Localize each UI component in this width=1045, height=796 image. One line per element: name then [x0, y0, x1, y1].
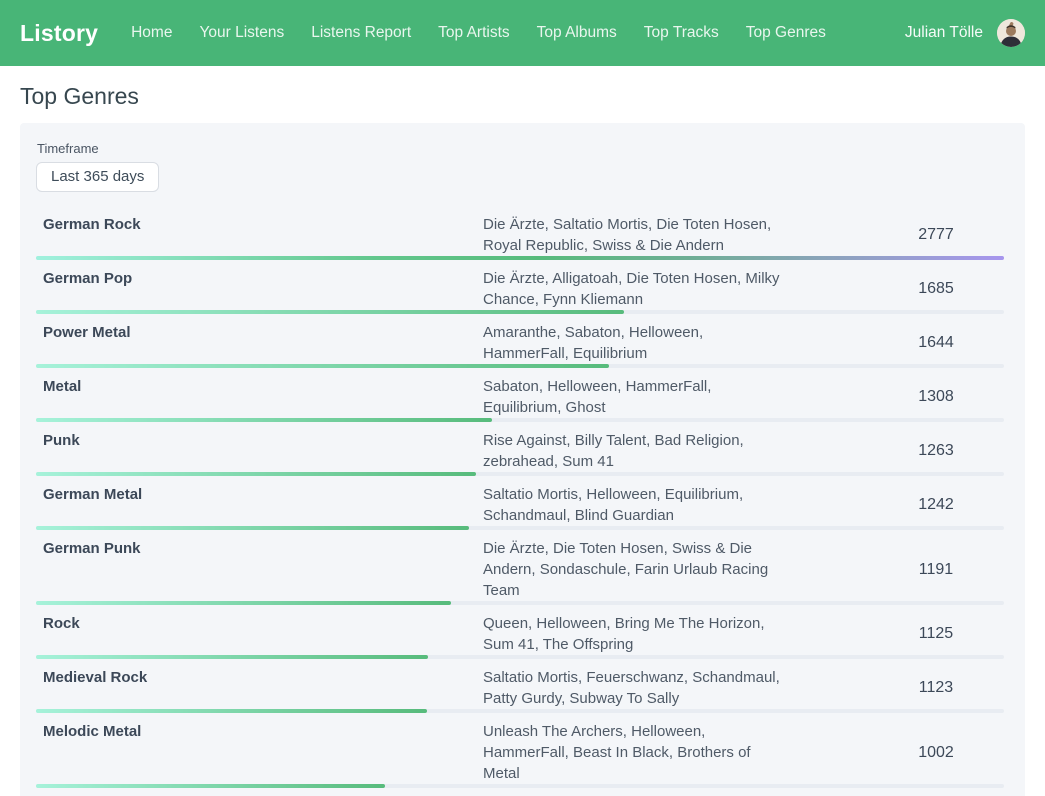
genre-row: Rock Queen, Helloween, Bring Me The Hori… [36, 605, 1009, 659]
genre-row: Melodic Metal Unleash The Archers, Hello… [36, 713, 1009, 788]
genre-artists: Die Ärzte, Die Toten Hosen, Swiss & Die … [483, 538, 783, 601]
genre-count: 1263 [863, 442, 1009, 460]
page-title: Top Genres [20, 83, 1025, 110]
genre-name: German Rock [36, 214, 483, 256]
nav-link-listens-report[interactable]: Listens Report [311, 24, 411, 42]
genre-count: 1242 [863, 496, 1009, 514]
genre-count: 1644 [863, 334, 1009, 352]
genre-name: Medieval Rock [36, 667, 483, 709]
genre-row: German Metal Saltatio Mortis, Helloween,… [36, 476, 1009, 530]
genre-name: German Punk [36, 538, 483, 601]
nav-link-your-listens[interactable]: Your Listens [199, 24, 284, 42]
genre-row: German Indie Bukahara, Käptn Peng, KYTES… [36, 788, 1009, 796]
genre-artists: Die Ärzte, Alligatoah, Die Toten Hosen, … [483, 268, 783, 310]
nav-link-top-genres[interactable]: Top Genres [746, 24, 826, 42]
nav-link-top-artists[interactable]: Top Artists [438, 24, 510, 42]
genre-count: 2777 [863, 226, 1009, 244]
genre-table: German Rock Die Ärzte, Saltatio Mortis, … [36, 206, 1009, 796]
genre-count: 1191 [863, 561, 1009, 579]
avatar-image [997, 19, 1025, 47]
nav-links: Home Your Listens Listens Report Top Artist… [131, 24, 826, 42]
genre-artists: Unleash The Archers, Helloween, HammerFa… [483, 721, 783, 784]
genre-artists: Die Ärzte, Saltatio Mortis, Die Toten Ho… [483, 214, 783, 256]
genre-row: Power Metal Amaranthe, Sabaton, Hellowee… [36, 314, 1009, 368]
app-brand[interactable]: Listory [20, 20, 98, 47]
genre-row: German Pop Die Ärzte, Alligatoah, Die To… [36, 260, 1009, 314]
nav-link-top-albums[interactable]: Top Albums [537, 24, 617, 42]
nav-link-top-tracks[interactable]: Top Tracks [644, 24, 719, 42]
genre-name: German Pop [36, 268, 483, 310]
timeframe-select[interactable]: Last 365 days [36, 162, 159, 192]
timeframe-label: Timeframe [37, 141, 1009, 156]
genre-count: 1685 [863, 280, 1009, 298]
genre-artists: Rise Against, Billy Talent, Bad Religion… [483, 430, 783, 472]
main-content: Top Genres Timeframe Last 365 days Germa… [0, 66, 1045, 796]
genre-name: Rock [36, 613, 483, 655]
genre-count: 1125 [863, 625, 1009, 643]
nav-link-home[interactable]: Home [131, 24, 172, 42]
genre-count: 1308 [863, 388, 1009, 406]
user-avatar[interactable] [997, 19, 1025, 47]
genre-count: 1123 [863, 679, 1009, 697]
genre-row: Punk Rise Against, Billy Talent, Bad Rel… [36, 422, 1009, 476]
genre-row: German Rock Die Ärzte, Saltatio Mortis, … [36, 206, 1009, 260]
genre-row: Medieval Rock Saltatio Mortis, Feuerschw… [36, 659, 1009, 713]
genre-artists: Saltatio Mortis, Feuerschwanz, Schandmau… [483, 667, 783, 709]
genre-artists: Amaranthe, Sabaton, Helloween, HammerFal… [483, 322, 783, 364]
top-genres-card: Timeframe Last 365 days German Rock Die … [20, 123, 1025, 796]
genre-artists: Queen, Helloween, Bring Me The Horizon, … [483, 613, 783, 655]
genre-row: German Punk Die Ärzte, Die Toten Hosen, … [36, 530, 1009, 605]
genre-count: 1002 [863, 744, 1009, 762]
genre-artists: Sabaton, Helloween, HammerFall, Equilibr… [483, 376, 783, 418]
genre-name: Power Metal [36, 322, 483, 364]
genre-name: German Metal [36, 484, 483, 526]
genre-name: Metal [36, 376, 483, 418]
genre-row: Metal Sabaton, Helloween, HammerFall, Eq… [36, 368, 1009, 422]
navbar: Listory Home Your Listens Listens Report To… [0, 0, 1045, 66]
user-name[interactable]: Julian Tölle [905, 24, 983, 42]
genre-name: Punk [36, 430, 483, 472]
genre-name: Melodic Metal [36, 721, 483, 784]
genre-artists: Saltatio Mortis, Helloween, Equilibrium,… [483, 484, 783, 526]
